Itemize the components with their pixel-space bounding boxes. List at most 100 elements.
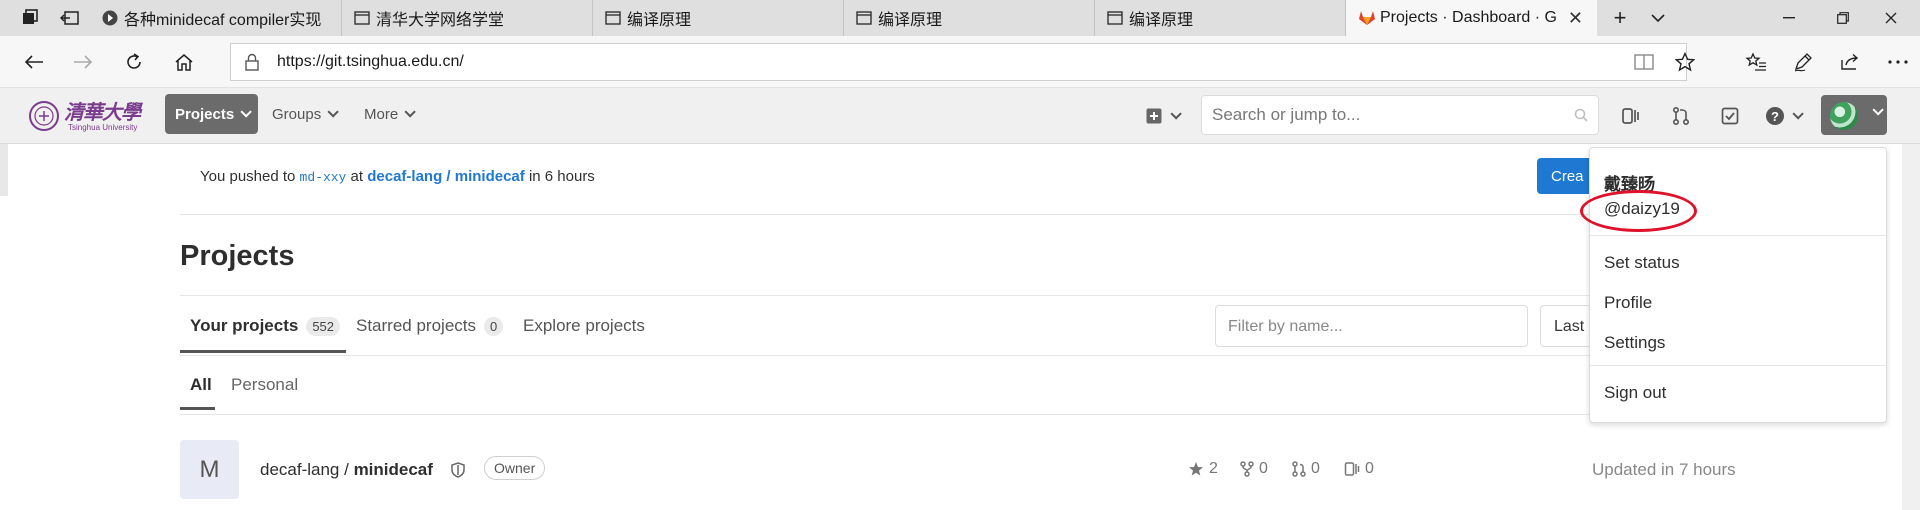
user-menu-button[interactable] <box>1821 95 1887 135</box>
tab-title: 编译原理 <box>878 12 943 29</box>
project-link[interactable]: decaf-lang / minidecaf <box>367 168 525 185</box>
favorite-star-icon[interactable] <box>1665 36 1705 88</box>
browser-tab-1[interactable]: 各种minidecaf compiler实现 <box>90 0 342 36</box>
browser-tab-5[interactable]: 编译原理 <box>1095 0 1346 36</box>
profile-item[interactable]: Profile <box>1604 293 1652 313</box>
tab-title: 编译原理 <box>1129 12 1194 29</box>
issues-count[interactable]: 0 <box>1344 460 1374 478</box>
refresh-icon[interactable] <box>114 36 154 88</box>
role-badge: Owner <box>484 456 546 480</box>
set-aside-tabs-icon[interactable] <box>52 0 88 36</box>
home-icon[interactable] <box>164 36 204 88</box>
search-icon <box>1574 108 1588 127</box>
page-title: Projects <box>180 240 295 272</box>
close-tab-icon[interactable]: ✕ <box>1568 8 1583 29</box>
chevron-down-icon <box>240 106 252 118</box>
count-badge: 0 <box>484 316 504 336</box>
logo-subtitle: Tsinghua University <box>68 123 138 132</box>
new-item-dropdown[interactable] <box>1136 96 1188 136</box>
branch-link[interactable]: md-xxy <box>300 170 347 185</box>
more-dots-icon[interactable] <box>1878 36 1918 88</box>
projects-label: Projects <box>175 105 235 123</box>
page-scrollbar[interactable] <box>1902 144 1920 510</box>
count-badge: 552 <box>306 316 341 336</box>
pen-icon[interactable] <box>1783 36 1823 88</box>
issues-board-icon[interactable] <box>1613 96 1649 136</box>
back-icon[interactable] <box>14 36 54 88</box>
chevron-down-icon <box>1170 108 1182 120</box>
notice-mid: at <box>350 168 364 185</box>
shield-icon <box>451 462 465 483</box>
address-bar[interactable]: https://git.tsinghua.edu.cn/ <box>230 43 1687 81</box>
merge-requests-icon[interactable] <box>1663 96 1699 136</box>
gitlab-icon <box>1358 10 1375 26</box>
project-title-link[interactable]: decaf-lang / minidecaf <box>260 460 433 480</box>
subtab-all[interactable]: All <box>190 375 212 395</box>
forward-icon[interactable] <box>63 36 103 88</box>
page-icon <box>605 10 621 26</box>
notice-suffix: in 6 hours <box>528 168 595 185</box>
search-input[interactable] <box>1212 104 1552 126</box>
browser-tab-4[interactable]: 编译原理 <box>844 0 1095 36</box>
help-dropdown[interactable]: ? <box>1758 96 1806 136</box>
project-namespace: decaf-lang / <box>260 460 354 479</box>
sign-out-item[interactable]: Sign out <box>1604 383 1666 403</box>
more-label: More <box>364 105 399 123</box>
new-tab-icon[interactable]: + <box>1602 0 1638 36</box>
groups-dropdown[interactable]: Groups <box>262 94 345 134</box>
more-dropdown[interactable]: More <box>354 94 422 134</box>
tab-title: 各种minidecaf compiler实现 <box>124 12 322 29</box>
tab-title: 清华大学网络学堂 <box>376 12 505 29</box>
tab-title: Projects · Dashboard · G <box>1380 9 1557 26</box>
tab-actions-icon[interactable] <box>12 0 48 36</box>
set-status-item[interactable]: Set status <box>1604 253 1680 273</box>
stars-count[interactable]: 2 <box>1188 460 1218 478</box>
projects-dropdown[interactable]: Projects <box>165 94 259 134</box>
address-bar-row: https://git.tsinghua.edu.cn/ <box>0 36 1920 88</box>
browser-tab-active[interactable]: Projects · Dashboard · G ✕ <box>1346 0 1597 36</box>
active-subtab-indicator <box>180 407 215 410</box>
browser-tab-2[interactable]: 清华大学网络学堂 <box>342 0 593 36</box>
subtab-personal[interactable]: Personal <box>231 375 298 395</box>
todos-icon[interactable] <box>1712 96 1748 136</box>
reading-view-icon[interactable] <box>1624 36 1664 88</box>
search-box[interactable] <box>1201 95 1599 135</box>
help-icon: ? <box>1765 107 1784 125</box>
lock-icon <box>245 53 259 76</box>
browser-tab-3[interactable]: 编译原理 <box>593 0 844 36</box>
divider <box>180 295 1600 296</box>
forks-count[interactable]: 0 <box>1240 460 1268 478</box>
tab-list-chevron-icon[interactable] <box>1640 0 1676 36</box>
tab-your-projects[interactable]: Your projects 552 <box>190 316 341 336</box>
minimize-icon[interactable] <box>1758 0 1820 36</box>
groups-label: Groups <box>272 105 322 123</box>
tab-starred-projects[interactable]: Starred projects 0 <box>356 316 504 336</box>
logo-title: 清華大學 <box>64 100 141 124</box>
divider <box>180 414 1600 415</box>
create-merge-request-button[interactable]: Crea <box>1537 158 1597 194</box>
filter-box[interactable] <box>1215 305 1528 347</box>
stat-value: 0 <box>1365 460 1374 477</box>
project-avatar[interactable]: M <box>180 440 239 499</box>
highlight-ellipse <box>1580 190 1697 232</box>
user-dropdown-menu: 戴臻旸 @daizy19 Set status Profile Settings… <box>1580 147 1887 423</box>
stat-value: 0 <box>1311 460 1320 477</box>
merge-requests-count[interactable]: 0 <box>1292 460 1320 478</box>
merge-request-icon <box>1292 461 1306 477</box>
chevron-down-icon <box>1791 108 1804 120</box>
tsinghua-logo[interactable]: 清華大學 Tsinghua University <box>28 96 144 136</box>
close-window-icon[interactable] <box>1862 0 1920 36</box>
tab-title: 编译原理 <box>627 12 692 29</box>
share-icon[interactable] <box>1830 36 1870 88</box>
page-icon <box>354 10 370 26</box>
filter-input[interactable] <box>1228 317 1508 337</box>
favorites-list-icon[interactable] <box>1736 36 1776 88</box>
tab-explore-projects[interactable]: Explore projects <box>523 316 645 336</box>
page-dark-icon <box>102 10 118 26</box>
chevron-down-icon <box>327 106 339 118</box>
svg-text:?: ? <box>1771 109 1779 124</box>
browser-tab-strip: 各种minidecaf compiler实现 清华大学网络学堂 编译原理 编译原… <box>0 0 1920 36</box>
tab-label: Your projects <box>190 316 299 335</box>
settings-item[interactable]: Settings <box>1604 333 1665 353</box>
page-icon <box>856 10 872 26</box>
